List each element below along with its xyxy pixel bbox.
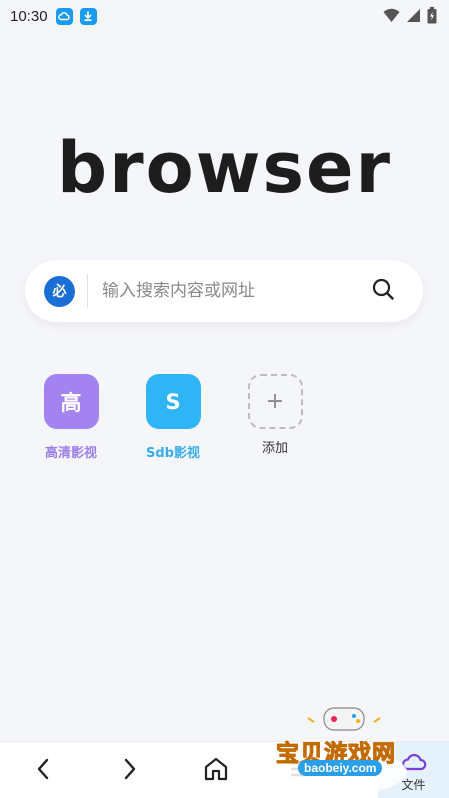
file-label: 文件 (401, 778, 426, 792)
shortcut-gaoqing-yingshi[interactable]: 高 高清影视 (31, 374, 111, 461)
forward-icon (123, 758, 137, 784)
file-button[interactable]: 文件 (378, 742, 449, 798)
cloud-app-icon (55, 7, 73, 25)
search-engine-badge[interactable]: 必 (44, 275, 75, 307)
forward-button[interactable] (105, 742, 155, 798)
shortcut-icon: 高 (43, 374, 99, 429)
signal-icon (406, 8, 421, 27)
shortcut-sdb-yingshi[interactable]: S Sdb影视 (133, 374, 213, 461)
cloud-file-icon (401, 752, 427, 776)
status-bar: 10:30 (0, 0, 449, 32)
wifi-icon (383, 8, 400, 27)
status-icons (383, 7, 437, 28)
add-shortcut-label: 添加 (261, 441, 288, 456)
search-icon (371, 277, 395, 305)
shortcut-label: Sdb影视 (146, 446, 200, 461)
search-box[interactable]: 必 (25, 260, 423, 322)
menu-icon (290, 759, 314, 783)
plus-icon: + (247, 374, 303, 429)
search-divider (87, 274, 88, 308)
home-button[interactable] (191, 742, 241, 798)
home-icon (203, 756, 229, 786)
add-shortcut-button[interactable]: + 添加 (235, 374, 315, 456)
browser-logo: browser (56, 127, 393, 209)
search-input[interactable] (102, 271, 363, 311)
shortcut-label: 高清影视 (44, 446, 97, 461)
download-app-icon (79, 7, 97, 25)
menu-button[interactable] (277, 742, 327, 798)
battery-icon (427, 7, 437, 28)
bottom-nav-bar: 文件 (0, 741, 449, 798)
shortcut-icon: S (145, 374, 201, 429)
status-time: 10:30 (10, 7, 48, 25)
search-button[interactable] (363, 271, 403, 311)
back-icon (36, 758, 50, 784)
back-button[interactable] (18, 742, 68, 798)
